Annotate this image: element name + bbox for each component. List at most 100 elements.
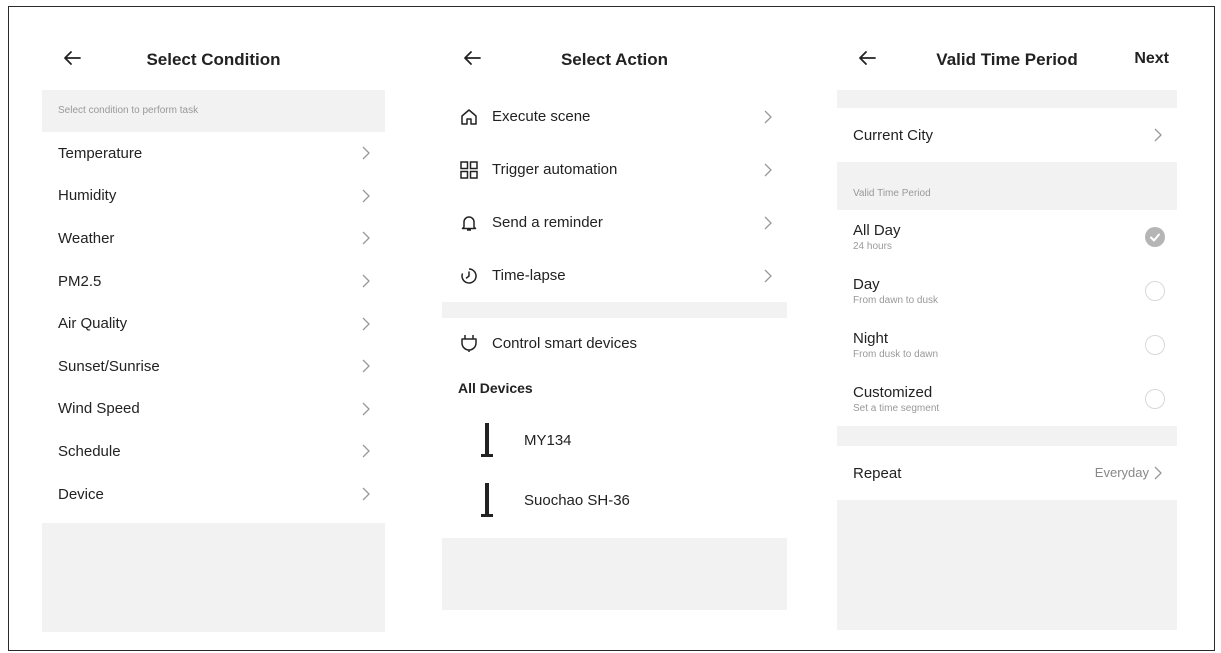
option-sublabel: From dawn to dusk [853, 295, 939, 306]
chevron-right-icon [361, 274, 371, 288]
action-item-execute-scene[interactable]: Execute scene [442, 90, 787, 143]
empty-area [837, 500, 1177, 630]
header: Select Action [442, 30, 787, 90]
condition-list: Temperature Humidity Weather PM2.5 Air Q… [42, 132, 385, 515]
action-label: Send a reminder [492, 214, 603, 231]
condition-item-weather[interactable]: Weather [42, 217, 385, 260]
chevron-right-icon [361, 444, 371, 458]
condition-item-sunset-sunrise[interactable]: Sunset/Sunrise [42, 345, 385, 388]
chevron-right-icon [361, 487, 371, 501]
grid-icon [458, 159, 480, 181]
condition-label: Sunset/Sunrise [58, 357, 160, 375]
condition-item-schedule[interactable]: Schedule [42, 430, 385, 473]
chevron-right-icon [361, 402, 371, 416]
option-all-day[interactable]: All Day 24 hours [837, 210, 1177, 264]
select-condition-screen: Select Condition Select condition to per… [42, 30, 385, 633]
option-text: Day From dawn to dusk [853, 276, 938, 306]
radio-unchecked-icon[interactable] [1145, 389, 1165, 409]
repeat-label: Repeat [853, 464, 902, 482]
radio-unchecked-icon[interactable] [1145, 281, 1165, 301]
repeat-row[interactable]: Repeat Everyday [837, 446, 1177, 500]
option-label: Customized [853, 384, 933, 401]
home-icon [458, 106, 480, 128]
condition-item-humidity[interactable]: Humidity [42, 175, 385, 218]
chevron-right-icon [361, 231, 371, 245]
device-label: Suochao SH-36 [524, 491, 630, 509]
option-night[interactable]: Night From dusk to dawn [837, 318, 1177, 372]
option-sublabel: 24 hours [853, 241, 892, 252]
device-label: MY134 [524, 431, 572, 449]
header: Select Condition [42, 30, 385, 90]
devices-heading: All Devices [458, 380, 533, 396]
fan-device-icon [480, 421, 494, 459]
chevron-right-icon [763, 269, 773, 283]
condition-item-air-quality[interactable]: Air Quality [42, 302, 385, 345]
action-item-time-lapse[interactable]: Time-lapse [442, 249, 787, 302]
current-city-row[interactable]: Current City [837, 108, 1177, 162]
option-label: Day [853, 276, 880, 293]
option-text: All Day 24 hours [853, 222, 901, 252]
action-item-send-reminder[interactable]: Send a reminder [442, 196, 787, 249]
radio-unchecked-icon[interactable] [1145, 335, 1165, 355]
section-label: Valid Time Period [837, 162, 1177, 210]
condition-label: Schedule [58, 442, 121, 460]
plug-icon [458, 332, 480, 354]
chevron-right-icon [361, 146, 371, 160]
device-item-suochao-sh-36[interactable]: Suochao SH-36 [442, 470, 787, 530]
page-title: Select Condition [146, 50, 281, 69]
action-label: Time-lapse [492, 267, 566, 284]
empty-area [442, 538, 787, 610]
empty-area [42, 523, 385, 633]
header: Valid Time Period Next [837, 30, 1177, 90]
chevron-right-icon [1153, 128, 1163, 142]
condition-item-temperature[interactable]: Temperature [42, 132, 385, 175]
option-label: All Day [853, 222, 901, 239]
condition-label: Temperature [58, 144, 143, 162]
condition-label: Air Quality [58, 315, 128, 333]
condition-item-wind-speed[interactable]: Wind Speed [42, 388, 385, 431]
option-label: Night [853, 330, 889, 347]
control-label: Control smart devices [492, 334, 638, 352]
option-sublabel: From dusk to dawn [853, 349, 939, 360]
hint-text: Select condition to perform task [42, 90, 385, 132]
time-period-options: All Day 24 hours Day From dawn to dusk N… [837, 210, 1177, 426]
device-list: MY134 Suochao SH-36 [442, 410, 787, 530]
repeat-value: Everyday [1094, 465, 1149, 480]
option-text: Customized Set a time segment [853, 384, 939, 414]
option-sublabel: Set a time segment [853, 403, 940, 414]
chevron-right-icon [361, 359, 371, 373]
condition-label: Humidity [58, 187, 117, 205]
action-label: Trigger automation [492, 161, 618, 178]
bell-icon [458, 212, 480, 234]
chevron-right-icon [1153, 466, 1163, 480]
city-label: Current City [853, 126, 934, 144]
chevron-right-icon [361, 189, 371, 203]
valid-time-period-screen: Valid Time Period Next Current City Vali… [837, 30, 1177, 630]
fan-device-icon [480, 481, 494, 519]
condition-item-device[interactable]: Device [42, 473, 385, 516]
next-button[interactable]: Next [1134, 50, 1169, 68]
action-item-trigger-automation[interactable]: Trigger automation [442, 143, 787, 196]
section-divider [837, 426, 1177, 446]
condition-label: Wind Speed [58, 400, 140, 418]
chevron-right-icon [763, 163, 773, 177]
chevron-right-icon [763, 216, 773, 230]
chevron-right-icon [763, 110, 773, 124]
option-text: Night From dusk to dawn [853, 330, 938, 360]
page-title: Select Action [560, 50, 669, 69]
option-customized[interactable]: Customized Set a time segment [837, 372, 1177, 426]
control-smart-devices[interactable]: Control smart devices [442, 318, 787, 368]
condition-label: Weather [58, 229, 115, 247]
action-label: Execute scene [492, 108, 591, 125]
section-divider [837, 90, 1177, 108]
select-action-screen: Select Action Execute scene Trigger auto… [442, 30, 787, 617]
condition-item-pm25[interactable]: PM2.5 [42, 260, 385, 303]
timer-icon [458, 265, 480, 287]
chevron-right-icon [361, 317, 371, 331]
condition-label: PM2.5 [58, 272, 102, 290]
device-item-my134[interactable]: MY134 [442, 410, 787, 470]
option-day[interactable]: Day From dawn to dusk [837, 264, 1177, 318]
radio-checked-icon[interactable] [1145, 227, 1165, 247]
section-divider [442, 302, 787, 318]
action-list: Execute scene Trigger automation Send a … [442, 90, 787, 302]
